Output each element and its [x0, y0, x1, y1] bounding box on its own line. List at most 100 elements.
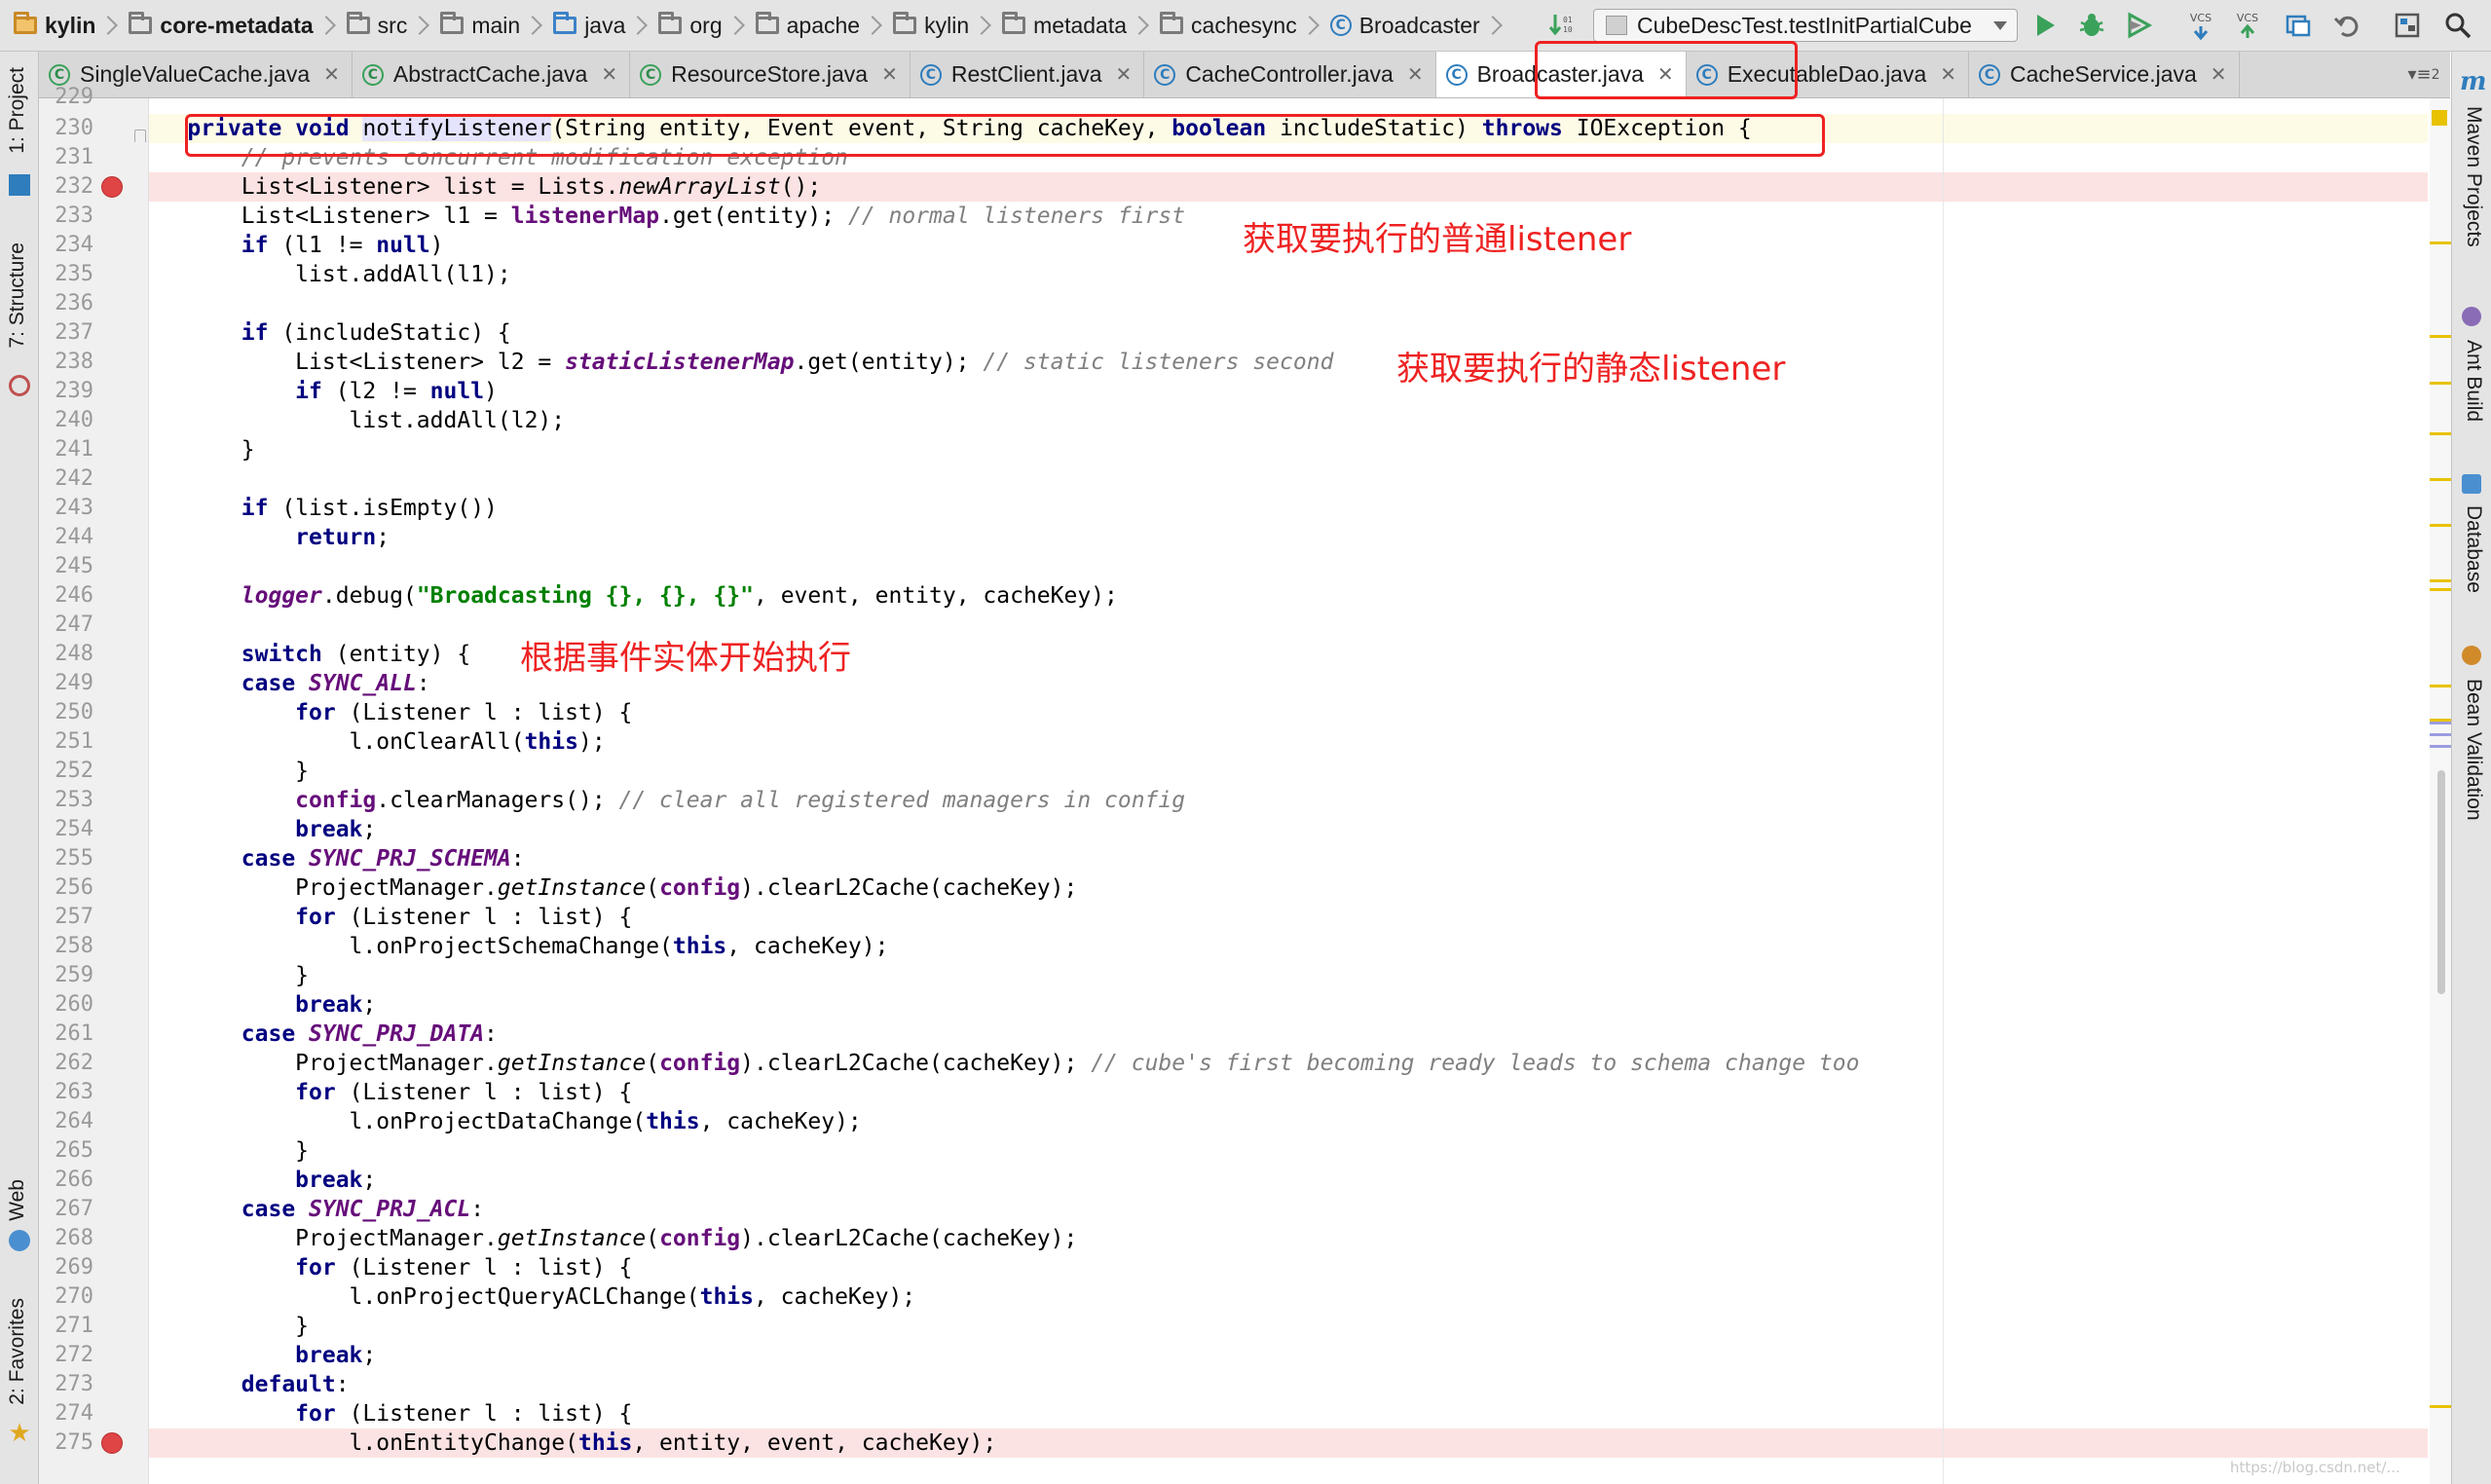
- vcs-commit-icon[interactable]: VCS: [2232, 10, 2263, 41]
- tab-cacheservice[interactable]: C CacheService.java ✕: [1969, 52, 2240, 97]
- svg-text:01: 01: [1563, 16, 1573, 24]
- structure-tool-tab[interactable]: 7: Structure: [6, 242, 29, 349]
- editor-scrollbar[interactable]: [2430, 98, 2451, 1484]
- scrollbar-thumb[interactable]: [2437, 770, 2445, 994]
- code-line[interactable]: return;: [149, 523, 390, 552]
- database-tool-tab[interactable]: Database: [2462, 505, 2485, 593]
- history-icon[interactable]: [2283, 10, 2314, 41]
- breadcrumb-item-cachesync[interactable]: cachesync: [1160, 12, 1297, 39]
- code-line[interactable]: l.onProjectDataChange(this, cacheKey);: [149, 1107, 862, 1136]
- line-number: 245: [55, 554, 93, 578]
- code-line[interactable]: l.onProjectSchemaChange(this, cacheKey);: [149, 932, 889, 961]
- analysis-status-icon: [2432, 110, 2447, 126]
- project-structure-icon[interactable]: [2392, 10, 2423, 41]
- coverage-icon[interactable]: [2123, 10, 2154, 41]
- breadcrumb-item-org[interactable]: org: [658, 12, 723, 39]
- run-configuration-select[interactable]: CubeDescTest.testInitPartialCube: [1593, 9, 2018, 42]
- breadcrumb-item-main[interactable]: main: [440, 12, 520, 39]
- breakpoint-icon[interactable]: [101, 1432, 123, 1454]
- close-icon[interactable]: ✕: [2211, 62, 2227, 87]
- code-line[interactable]: List<Listener> l1 = listenerMap.get(enti…: [149, 202, 1185, 231]
- tab-resourcestore[interactable]: C ResourceStore.java ✕: [630, 52, 911, 97]
- project-tool-tab[interactable]: 1: Project: [6, 67, 29, 154]
- code-line[interactable]: List<Listener> l2 = staticListenerMap.ge…: [149, 348, 1333, 377]
- tab-abstractcache[interactable]: C AbstractCache.java ✕: [353, 52, 631, 97]
- code-line[interactable]: for (Listener l : list) {: [149, 698, 632, 727]
- fold-icon[interactable]: [134, 130, 146, 142]
- code-line[interactable]: break;: [149, 990, 376, 1020]
- code-editor[interactable]: private void notifyListener(String entit…: [149, 98, 2428, 1484]
- breakpoint-icon[interactable]: [101, 176, 123, 198]
- breadcrumb-item-class[interactable]: C Broadcaster: [1329, 13, 1480, 39]
- code-line[interactable]: for (Listener l : list) {: [149, 1399, 632, 1428]
- code-line[interactable]: logger.debug("Broadcasting {}, {}, {}", …: [149, 581, 1118, 611]
- breadcrumb-item-metadata[interactable]: metadata: [1002, 12, 1127, 39]
- close-icon[interactable]: ✕: [601, 62, 617, 87]
- code-line[interactable]: if (includeStatic) {: [149, 318, 511, 348]
- globe-icon: [9, 1230, 30, 1251]
- breadcrumb-item-apache[interactable]: apache: [755, 12, 860, 39]
- code-line[interactable]: }: [149, 435, 255, 464]
- code-line[interactable]: switch (entity) {: [149, 640, 470, 669]
- code-line[interactable]: list.addAll(l2);: [149, 406, 566, 435]
- source-folder-icon: [553, 12, 577, 34]
- code-line[interactable]: List<Listener> list = Lists.newArrayList…: [149, 172, 821, 202]
- code-line[interactable]: if (l1 != null): [149, 231, 444, 260]
- code-line[interactable]: ProjectManager.getInstance(config).clear…: [149, 1224, 1077, 1253]
- tab-cachecontroller[interactable]: C CacheController.java ✕: [1144, 52, 1436, 97]
- code-line[interactable]: case SYNC_PRJ_SCHEMA:: [149, 844, 525, 873]
- code-line[interactable]: }: [149, 757, 309, 786]
- code-line[interactable]: }: [149, 961, 309, 990]
- code-line[interactable]: l.onEntityChange(this, entity, event, ca…: [149, 1428, 997, 1458]
- chevron-right-icon: [316, 16, 336, 35]
- code-line[interactable]: config.clearManagers(); // clear all reg…: [149, 786, 1185, 815]
- code-line[interactable]: l.onClearAll(this);: [149, 727, 606, 757]
- ant-build-tool-tab[interactable]: Ant Build: [2462, 340, 2485, 422]
- close-icon[interactable]: ✕: [881, 62, 898, 87]
- web-tool-tab[interactable]: Web: [6, 1179, 29, 1221]
- line-number: 262: [55, 1051, 93, 1075]
- vcs-update-icon[interactable]: VCS: [2185, 10, 2216, 41]
- code-line[interactable]: case SYNC_ALL:: [149, 669, 430, 698]
- debug-icon[interactable]: [2076, 10, 2107, 41]
- favorites-tool-tab[interactable]: 2: Favorites: [6, 1298, 29, 1405]
- code-line[interactable]: break;: [149, 1341, 376, 1370]
- search-icon[interactable]: [2442, 10, 2473, 41]
- code-line[interactable]: for (Listener l : list) {: [149, 903, 632, 932]
- breadcrumb-item-kylin-package[interactable]: kylin: [893, 12, 969, 39]
- close-icon[interactable]: ✕: [1116, 62, 1133, 87]
- code-line[interactable]: ProjectManager.getInstance(config).clear…: [149, 873, 1077, 903]
- code-line[interactable]: }: [149, 1136, 309, 1166]
- code-line[interactable]: case SYNC_PRJ_ACL:: [149, 1195, 484, 1224]
- code-line[interactable]: break;: [149, 815, 376, 844]
- close-icon[interactable]: ✕: [323, 62, 340, 87]
- close-icon[interactable]: ✕: [1940, 62, 1956, 87]
- run-icon[interactable]: [2029, 10, 2061, 41]
- tab-restclient[interactable]: C RestClient.java ✕: [911, 52, 1145, 97]
- code-line[interactable]: }: [149, 1312, 309, 1341]
- tab-overflow-button[interactable]: ▾≡ 2: [2398, 52, 2450, 97]
- code-line[interactable]: case SYNC_PRJ_DATA:: [149, 1020, 498, 1049]
- breadcrumb-item-java[interactable]: java: [553, 12, 625, 39]
- line-number: 261: [55, 1021, 93, 1046]
- maven-projects-tool-tab[interactable]: Maven Projects: [2462, 106, 2485, 247]
- code-line[interactable]: list.addAll(l1);: [149, 260, 511, 289]
- breadcrumb-item-project[interactable]: kylin: [14, 12, 95, 39]
- code-line[interactable]: default:: [149, 1370, 350, 1399]
- line-number: 250: [55, 700, 93, 724]
- breadcrumb-item-src[interactable]: src: [346, 12, 407, 39]
- close-icon[interactable]: ✕: [1407, 62, 1424, 87]
- breadcrumb-item-module[interactable]: core-metadata: [129, 12, 314, 39]
- code-line[interactable]: break;: [149, 1166, 376, 1195]
- revert-icon[interactable]: [2331, 10, 2362, 41]
- code-line[interactable]: ProjectManager.getInstance(config).clear…: [149, 1049, 1859, 1078]
- code-line[interactable]: if (l2 != null): [149, 377, 498, 406]
- code-line[interactable]: if (list.isEmpty()): [149, 494, 498, 523]
- sort-icon[interactable]: 01 10: [1546, 10, 1578, 41]
- bean-validation-tool-tab[interactable]: Bean Validation: [2462, 679, 2485, 821]
- line-number: 253: [55, 788, 93, 812]
- line-number: 255: [55, 846, 93, 871]
- code-line[interactable]: for (Listener l : list) {: [149, 1253, 632, 1282]
- code-line[interactable]: for (Listener l : list) {: [149, 1078, 632, 1107]
- code-line[interactable]: l.onProjectQueryACLChange(this, cacheKey…: [149, 1282, 916, 1312]
